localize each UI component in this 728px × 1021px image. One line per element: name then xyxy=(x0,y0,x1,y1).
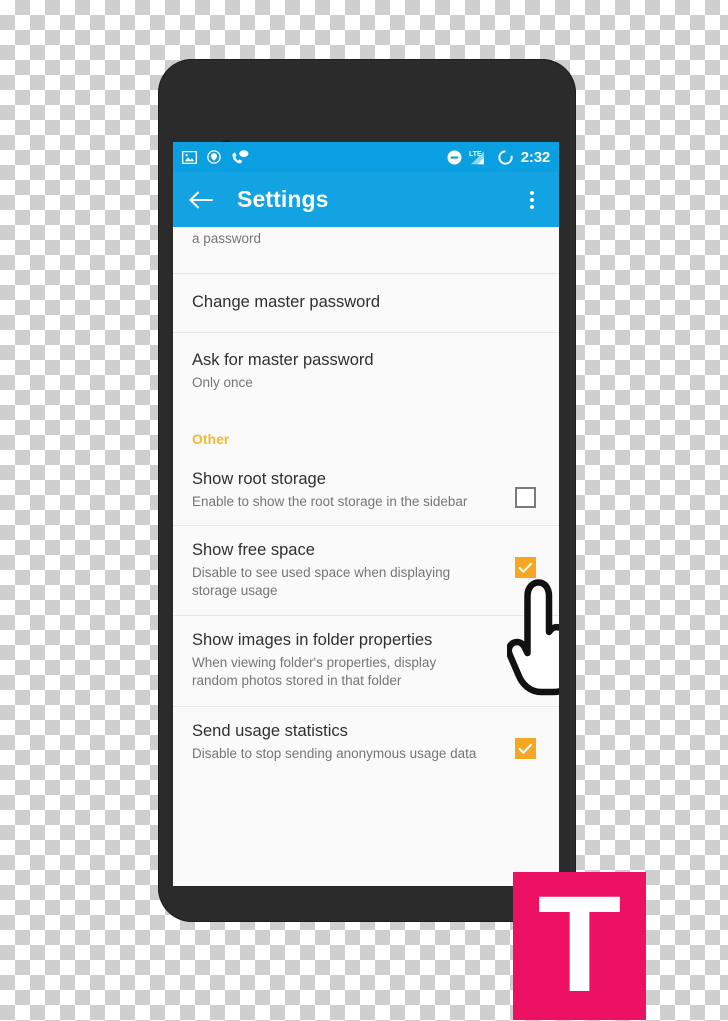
lte-signal-icon: LTE xyxy=(469,149,491,165)
phone-device: LTE 2:32 Settings a password Change mast… xyxy=(158,59,576,922)
phone-missed-call-icon xyxy=(231,149,249,165)
status-bar: LTE 2:32 xyxy=(173,142,559,172)
list-item-title: Show root storage xyxy=(192,470,326,489)
app-bar: Settings xyxy=(173,172,559,227)
overflow-menu-icon[interactable] xyxy=(519,185,545,215)
checkbox-show-images-in-folder-properties[interactable] xyxy=(515,647,536,669)
overflow-dot xyxy=(530,204,534,209)
list-item-subtitle: When viewing folder's properties, displa… xyxy=(192,655,437,689)
watermark-letter: T xyxy=(537,868,622,1021)
status-bar-right-icons: LTE 2:32 xyxy=(447,149,550,165)
list-item-change-master-password[interactable]: Change master password xyxy=(173,274,559,334)
list-item-subtitle: Disable to see used space when displayin… xyxy=(192,565,451,599)
do-not-disturb-icon xyxy=(447,150,462,165)
status-bar-clock: 2:32 xyxy=(520,148,550,166)
page-title: Settings xyxy=(237,186,329,212)
list-item-show-images-in-folder-properties[interactable]: Show images in folder properties When vi… xyxy=(173,616,559,708)
watermark-logo: T xyxy=(513,872,646,1020)
list-item-title: Show free space xyxy=(192,541,315,560)
list-item-subtitle: Enable to show the root storage in the s… xyxy=(192,494,468,510)
battery-circle-icon xyxy=(498,149,513,165)
checkbox-send-usage-statistics[interactable] xyxy=(515,738,536,760)
status-bar-left-icons xyxy=(182,149,249,165)
image-icon xyxy=(182,150,197,164)
list-item-subtitle: Disable to stop sending anonymous usage … xyxy=(192,746,477,762)
list-item-subtitle: a password xyxy=(192,231,262,246)
overflow-dot xyxy=(530,190,534,195)
settings-list[interactable]: a password Change master password Ask fo… xyxy=(173,230,559,886)
phone-screen: LTE 2:32 Settings a password Change mast… xyxy=(173,142,559,886)
arrow-back-icon[interactable] xyxy=(186,185,216,215)
list-item-title: Change master password xyxy=(192,293,381,311)
section-header-other: Other xyxy=(173,409,559,457)
overflow-dot xyxy=(530,197,534,202)
list-item-title: Send usage statistics xyxy=(192,722,348,741)
list-item-subtitle: Only once xyxy=(192,375,253,391)
shield-location-icon xyxy=(207,150,221,164)
checkbox-show-root-storage[interactable] xyxy=(515,487,536,509)
list-item-send-usage-statistics[interactable]: Send usage statistics Disable to stop se… xyxy=(173,707,559,780)
list-item-show-root-storage[interactable]: Show root storage Enable to show the roo… xyxy=(173,456,559,527)
list-item-partial[interactable]: a password xyxy=(173,230,559,274)
list-item-title: Ask for master password xyxy=(192,351,374,370)
list-item-title: Show images in folder properties xyxy=(192,631,433,650)
checkbox-show-free-space[interactable] xyxy=(515,557,536,579)
list-item-ask-for-master-password[interactable]: Ask for master password Only once xyxy=(173,333,559,410)
list-item-show-free-space[interactable]: Show free space Disable to see used spac… xyxy=(173,526,559,617)
